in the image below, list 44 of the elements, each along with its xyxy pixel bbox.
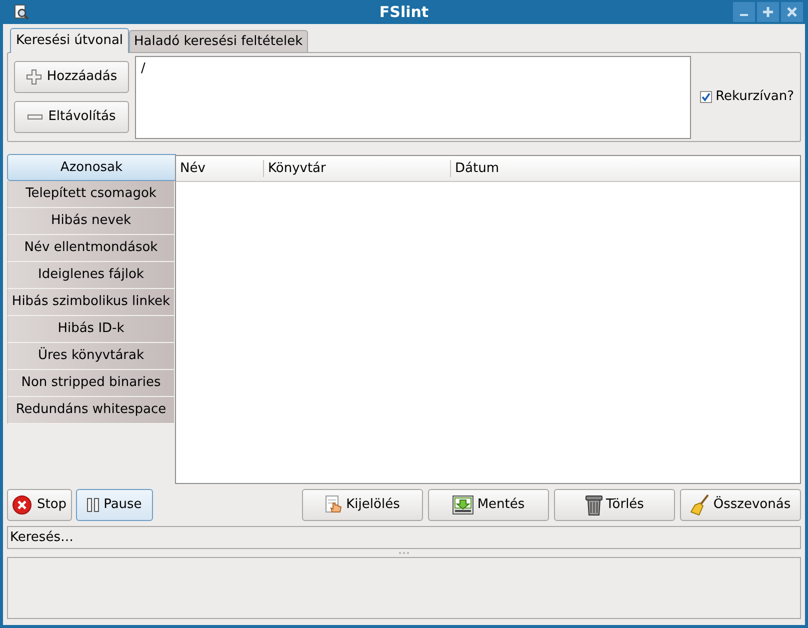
category-tab[interactable]: Azonosak xyxy=(7,154,176,181)
minus-icon xyxy=(27,114,44,120)
hand-on-page-icon xyxy=(325,495,344,515)
delete-button[interactable]: Törlés xyxy=(554,489,675,521)
stop-icon xyxy=(12,495,32,515)
trash-can-icon xyxy=(585,494,604,516)
save-button[interactable]: Mentés xyxy=(428,489,549,521)
column-header[interactable]: Könyvtár xyxy=(264,160,451,177)
broom-icon xyxy=(690,494,710,516)
plus-icon xyxy=(26,69,42,85)
maximize-button[interactable] xyxy=(757,2,779,22)
window-title: FSlint xyxy=(379,2,429,23)
status-text: Keresés… xyxy=(10,528,74,547)
category-tab[interactable]: Hibás nevek xyxy=(7,208,174,235)
pause-icon xyxy=(86,498,99,512)
category-tab[interactable]: Telepített csomagok xyxy=(7,181,174,208)
recursive-checkbox[interactable] xyxy=(700,91,712,103)
add-button[interactable]: Hozzáadás xyxy=(14,61,129,93)
stop-button[interactable]: Stop xyxy=(7,489,72,521)
category-tab[interactable]: Hibás ID-k xyxy=(7,316,174,343)
checkbox-label: Rekurzívan? xyxy=(716,88,794,106)
merge-button[interactable]: Összevonás xyxy=(680,489,801,521)
minimize-button[interactable] xyxy=(733,2,755,22)
select-button[interactable]: Kijelölés xyxy=(302,489,423,521)
close-button[interactable] xyxy=(781,2,803,22)
tab[interactable]: Haladó keresési feltételek xyxy=(129,30,308,52)
category-tab[interactable]: Non stripped binaries xyxy=(7,370,174,397)
category-tab[interactable]: Redundáns whitespace xyxy=(7,397,174,424)
pause-button[interactable]: Pause xyxy=(76,489,153,521)
path-list[interactable]: / xyxy=(135,56,691,138)
category-tab[interactable]: Név ellentmondások xyxy=(7,235,174,262)
path-entry[interactable]: / xyxy=(141,58,146,78)
close-icon xyxy=(787,7,797,17)
category-tab[interactable]: Üres könyvtárak xyxy=(7,343,174,370)
maximize-icon xyxy=(763,7,773,17)
category-tab[interactable]: Ideiglenes fájlok xyxy=(7,262,174,289)
minimize-icon xyxy=(740,14,748,16)
download-drive-icon xyxy=(452,495,474,515)
column-header[interactable]: Dátum xyxy=(451,156,800,181)
category-tab[interactable]: Hibás szimbolikus linkek xyxy=(7,289,174,316)
app-icon xyxy=(13,4,29,20)
column-header[interactable]: Név xyxy=(176,160,264,177)
tab[interactable]: Keresési útvonal xyxy=(10,28,130,53)
remove-button[interactable]: Eltávolítás xyxy=(14,101,129,133)
